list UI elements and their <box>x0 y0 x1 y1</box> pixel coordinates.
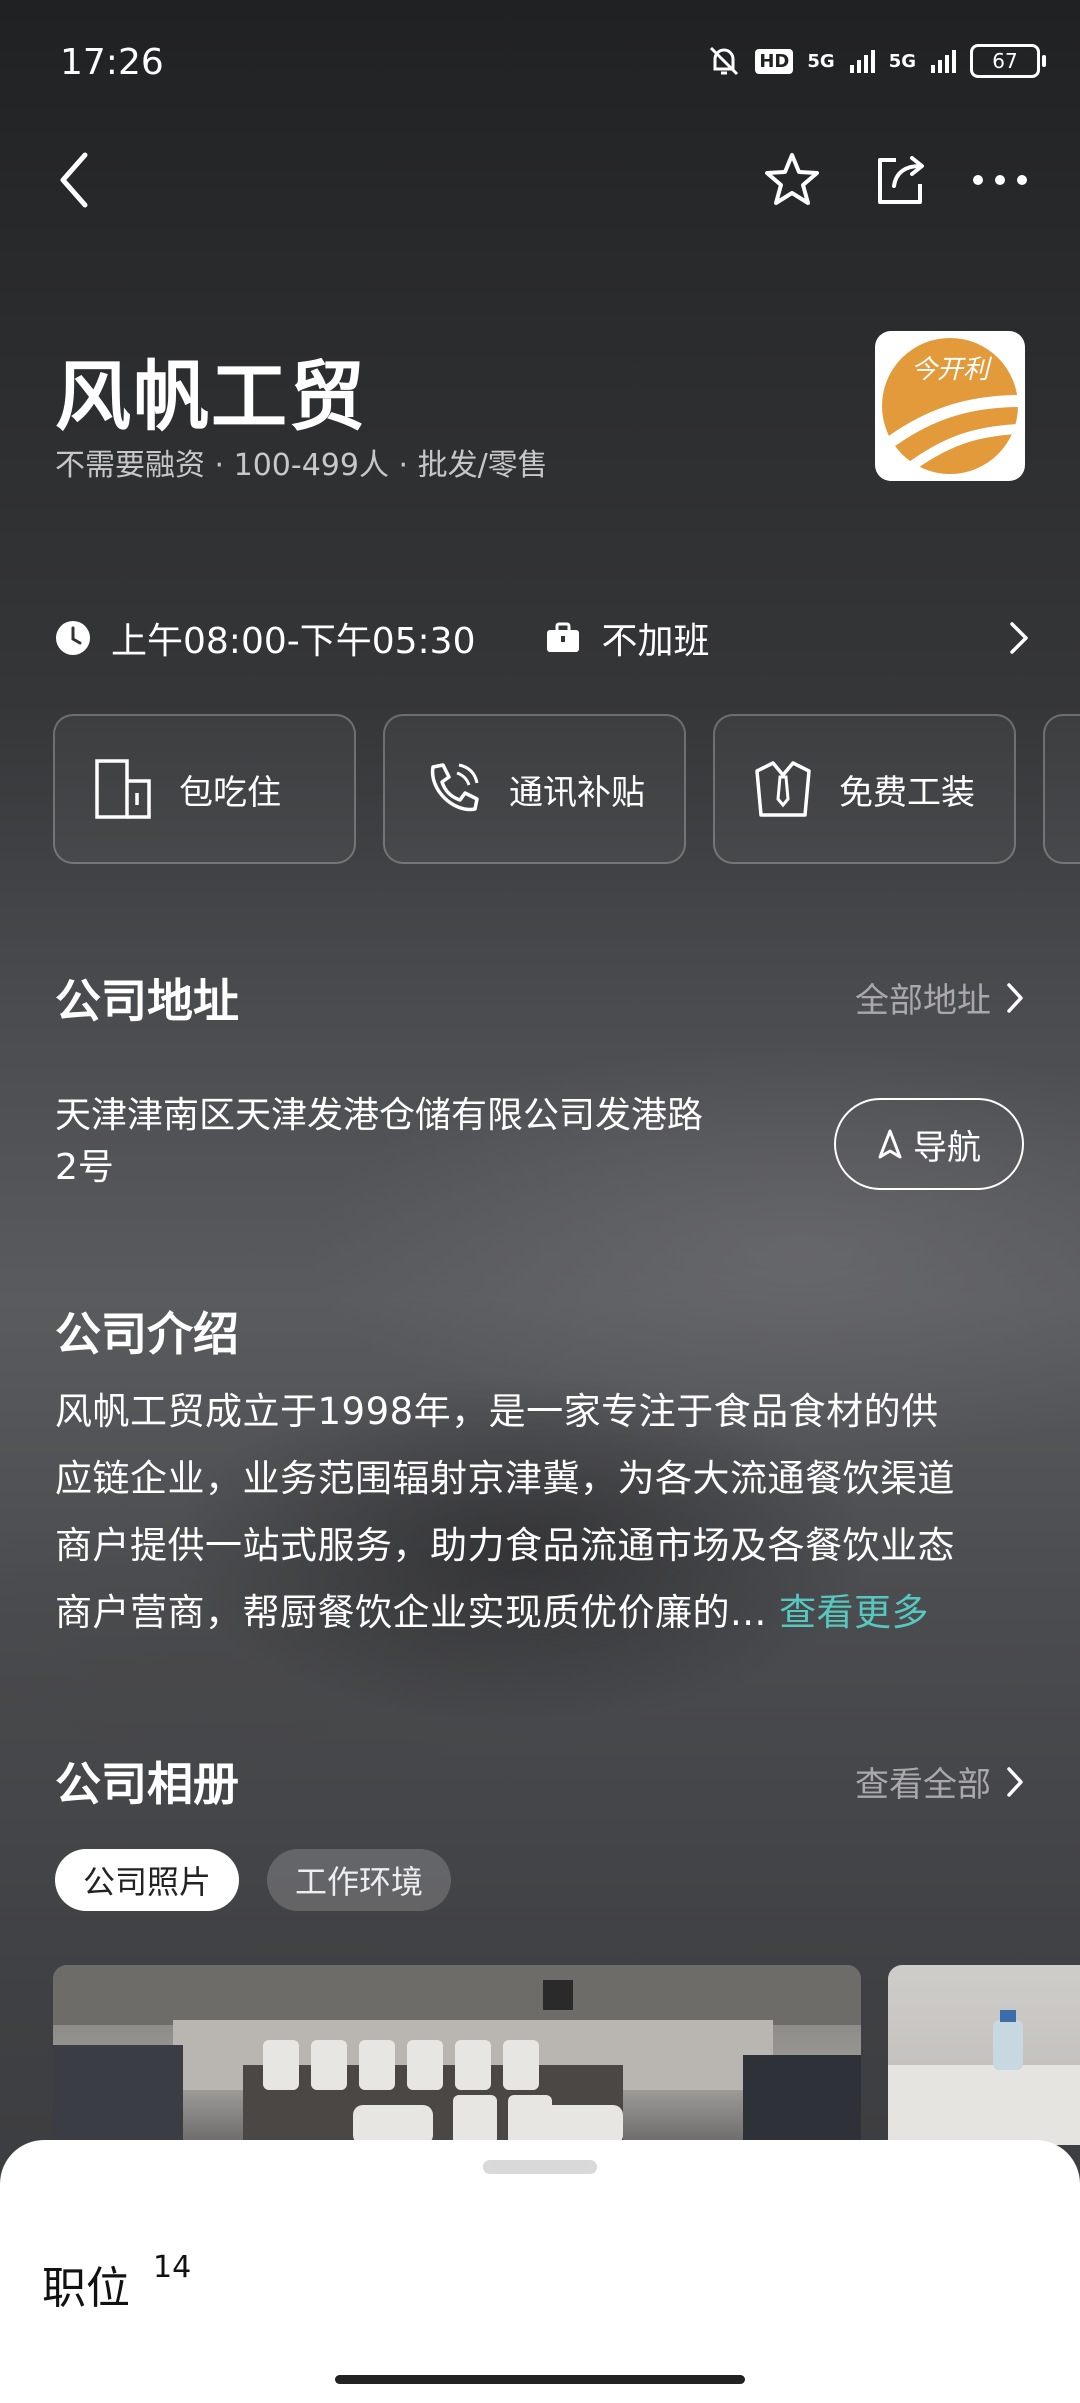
company-name: 风帆工贸 <box>55 352 367 441</box>
intro-line: 商户提供一站式服务，助力食品流通市场及各餐饮业态 <box>55 1524 955 1567</box>
company-subtitle: 不需要融资 · 100-499人 · 批发/零售 <box>55 448 548 483</box>
briefcase-icon <box>547 622 580 652</box>
all-address-link[interactable]: 全部地址 <box>855 973 1025 1022</box>
star-favorite-icon[interactable] <box>762 150 822 210</box>
album-tabs: 公司照片 工作环境 <box>55 1849 452 1911</box>
more-dots-icon[interactable] <box>970 165 1030 195</box>
work-info-row[interactable]: 上午08:00-下午05:30 不加班 <box>55 610 1030 666</box>
benefit-tag-partial[interactable] <box>1043 714 1080 864</box>
company-intro: 风帆工贸成立于1998年，是一家专注于食品食材的供 应链企业，业务范围辐射京津冀… <box>55 1378 1030 1646</box>
benefit-label: 免费工装 <box>839 772 975 813</box>
company-address: 天津津南区天津发港仓储有限公司发港路 2号 <box>55 1090 815 1194</box>
jobs-count: 14 <box>153 2250 192 2285</box>
see-more-link[interactable]: 查看更多 <box>779 1591 929 1634</box>
navigate-button[interactable]: 导航 <box>834 1098 1024 1190</box>
intro-section-title: 公司介绍 <box>55 1307 239 1361</box>
view-all-label: 查看全部 <box>855 1765 991 1805</box>
chevron-right-icon <box>1010 622 1028 654</box>
sheet-drag-handle[interactable] <box>483 2160 597 2174</box>
logo-text: 今开利 <box>910 355 989 385</box>
back-arrow-icon[interactable] <box>55 150 95 210</box>
navigation-arrow-icon <box>878 1129 902 1159</box>
address-line: 2号 <box>55 1147 114 1188</box>
home-indicator[interactable] <box>335 2375 745 2384</box>
status-icons: HD 5G 5G 67 <box>707 44 1046 78</box>
album-photo[interactable] <box>53 1965 861 2145</box>
overtime-label: 不加班 <box>601 621 710 662</box>
company-logo: 今开利 <box>875 331 1025 481</box>
clock-icon <box>56 621 90 655</box>
benefit-label: 通讯补贴 <box>509 772 645 813</box>
chevron-right-icon <box>1007 1766 1023 1797</box>
intro-line: 风帆工贸成立于1998年，是一家专注于食品食材的供 <box>55 1390 939 1433</box>
view-all-album-link[interactable]: 查看全部 <box>855 1757 1025 1806</box>
album-section-title: 公司相册 <box>55 1757 239 1811</box>
benefit-tag[interactable]: 包吃住 <box>53 714 356 864</box>
address-section-title: 公司地址 <box>55 974 239 1028</box>
signal-5g-1: 5G <box>807 50 835 72</box>
tab-work-environment[interactable]: 工作环境 <box>267 1849 452 1911</box>
benefit-label: 包吃住 <box>179 772 281 813</box>
navigate-label: 导航 <box>913 1127 981 1168</box>
benefit-tag[interactable]: 免费工装 <box>713 714 1016 864</box>
building-icon <box>95 759 151 819</box>
share-icon[interactable] <box>870 150 930 210</box>
jobs-title: 职位 <box>42 2263 130 2314</box>
tab-company-photos[interactable]: 公司照片 <box>55 1849 240 1911</box>
hd-badge: HD <box>755 48 794 74</box>
chevron-right-icon <box>1007 982 1023 1013</box>
battery-level: 67 <box>992 49 1018 73</box>
work-hours: 上午08:00-下午05:30 <box>111 621 476 662</box>
intro-line: 商户营商，帮厨餐饮企业实现质优价廉的... <box>55 1591 767 1634</box>
signal-bars-icon <box>849 50 875 73</box>
benefit-tags: 包吃住 通讯补贴 免费工装 <box>53 714 1080 864</box>
signal-5g-2: 5G <box>888 50 916 72</box>
album-photo[interactable] <box>888 1965 1080 2145</box>
benefit-tag[interactable]: 通讯补贴 <box>383 714 686 864</box>
status-time: 17:26 <box>60 42 164 83</box>
all-address-label: 全部地址 <box>855 981 991 1021</box>
shirt-icon <box>755 761 811 817</box>
intro-line: 应链企业，业务范围辐射京津冀，为各大流通餐饮渠道 <box>55 1457 955 1500</box>
address-line: 天津津南区天津发港仓储有限公司发港路 <box>55 1095 704 1136</box>
intro-line-last: 商户营商，帮厨餐饮企业实现质优价廉的... 查看更多 <box>55 1579 1030 1646</box>
phone-icon <box>430 763 479 812</box>
mute-bell-icon <box>710 46 739 76</box>
signal-bars-icon <box>931 50 956 73</box>
office-photo-image <box>53 1965 861 2145</box>
battery-indicator: 67 <box>970 44 1046 78</box>
workspace-photo-image <box>888 2010 1080 2145</box>
